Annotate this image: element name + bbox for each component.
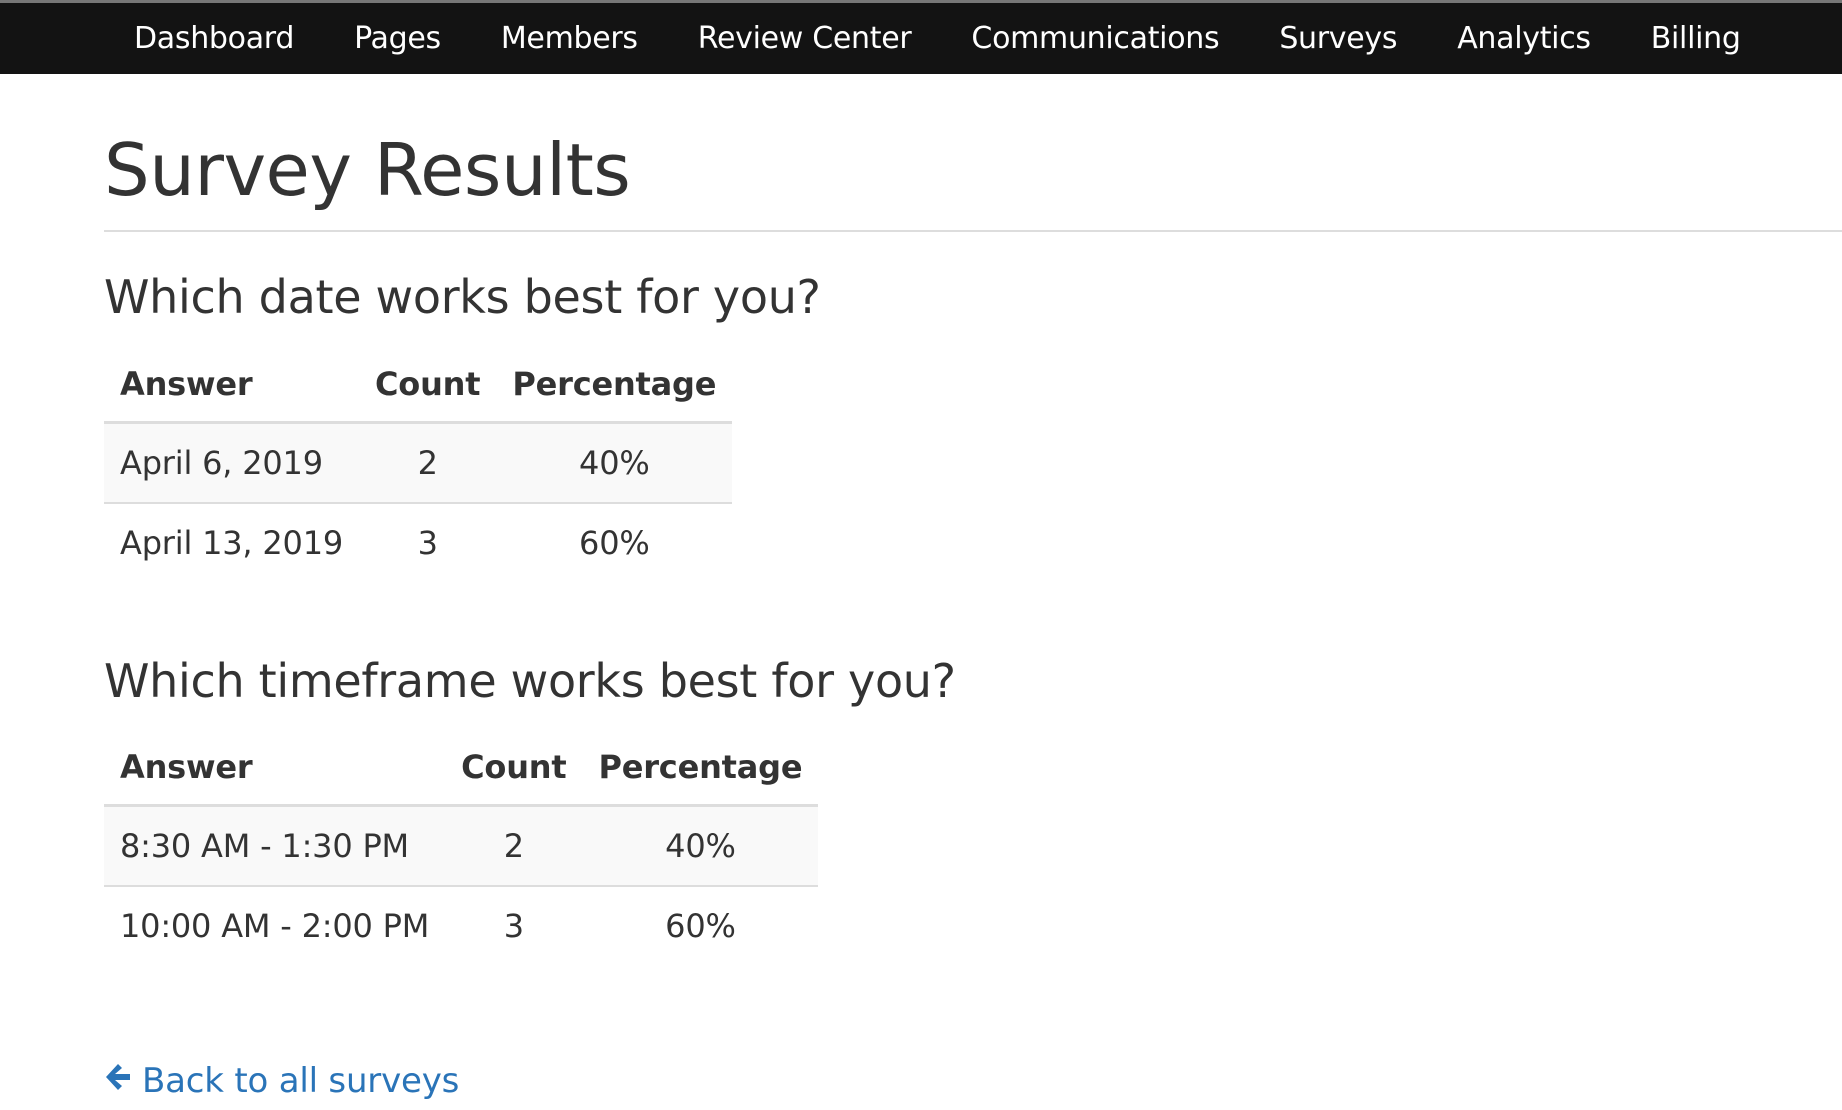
nav-item-members[interactable]: Members: [471, 21, 668, 56]
answer-cell: April 6, 2019: [104, 422, 360, 504]
column-header-answer: Answer: [104, 736, 446, 808]
nav-item-surveys[interactable]: Surveys: [1249, 21, 1427, 56]
table-header-row: Answer Count Percentage: [104, 736, 819, 808]
nav-item-analytics[interactable]: Analytics: [1427, 21, 1621, 56]
nav-item-communications[interactable]: Communications: [941, 21, 1249, 56]
answer-cell: 10:00 AM - 2:00 PM: [120, 907, 430, 946]
arrow-left-icon: [104, 1061, 142, 1101]
count-cell: 2: [445, 805, 583, 888]
count-cell: 2: [359, 422, 497, 504]
count-cell: 3: [417, 523, 438, 562]
nav-item-review-center[interactable]: Review Center: [668, 21, 942, 56]
page-title: Survey Results: [104, 128, 631, 212]
answer-cell: 8:30 AM - 1:30 PM: [104, 805, 446, 888]
percentage-cell: 40%: [496, 422, 733, 504]
percentage-cell: 60%: [579, 523, 650, 562]
question-title-date: Which date works best for you?: [104, 270, 821, 324]
column-header-percentage: Percentage: [582, 736, 819, 808]
count-cell: 3: [503, 907, 524, 946]
table-row: 10:00 AM - 2:00 PM 3 60%: [104, 886, 818, 965]
results-table-date: Answer Count Percentage April 6, 2019 2 …: [104, 352, 733, 582]
answer-cell: April 13, 2019: [120, 523, 344, 562]
table-row: April 6, 2019 2 40%: [104, 422, 733, 504]
nav-item-pages[interactable]: Pages: [324, 21, 471, 56]
main-nav: Dashboard Pages Members Review Center Co…: [0, 3, 1842, 74]
question-title-timeframe: Which timeframe works best for you?: [104, 653, 956, 708]
main-content: Survey Results Which date works best for…: [104, 74, 1842, 1101]
column-header-percentage: Percentage: [496, 352, 733, 424]
column-header-answer: Answer: [104, 352, 360, 424]
table-row: April 13, 2019 3 60%: [104, 503, 732, 582]
title-divider: [104, 230, 1842, 232]
nav-item-billing[interactable]: Billing: [1621, 21, 1771, 56]
column-header-count: Count: [445, 736, 583, 808]
back-link-label: Back to all surveys: [142, 1061, 460, 1102]
column-header-count: Count: [359, 352, 497, 424]
results-table-timeframe: Answer Count Percentage 8:30 AM - 1:30 P…: [104, 736, 819, 965]
table-header-row: Answer Count Percentage: [104, 352, 733, 424]
nav-item-dashboard[interactable]: Dashboard: [104, 21, 324, 56]
top-navbar: Dashboard Pages Members Review Center Co…: [0, 0, 1842, 74]
table-row: 8:30 AM - 1:30 PM 2 40%: [104, 805, 819, 888]
back-to-surveys-link[interactable]: Back to all surveys: [104, 1061, 459, 1101]
percentage-cell: 60%: [665, 907, 736, 946]
percentage-cell: 40%: [582, 805, 819, 888]
